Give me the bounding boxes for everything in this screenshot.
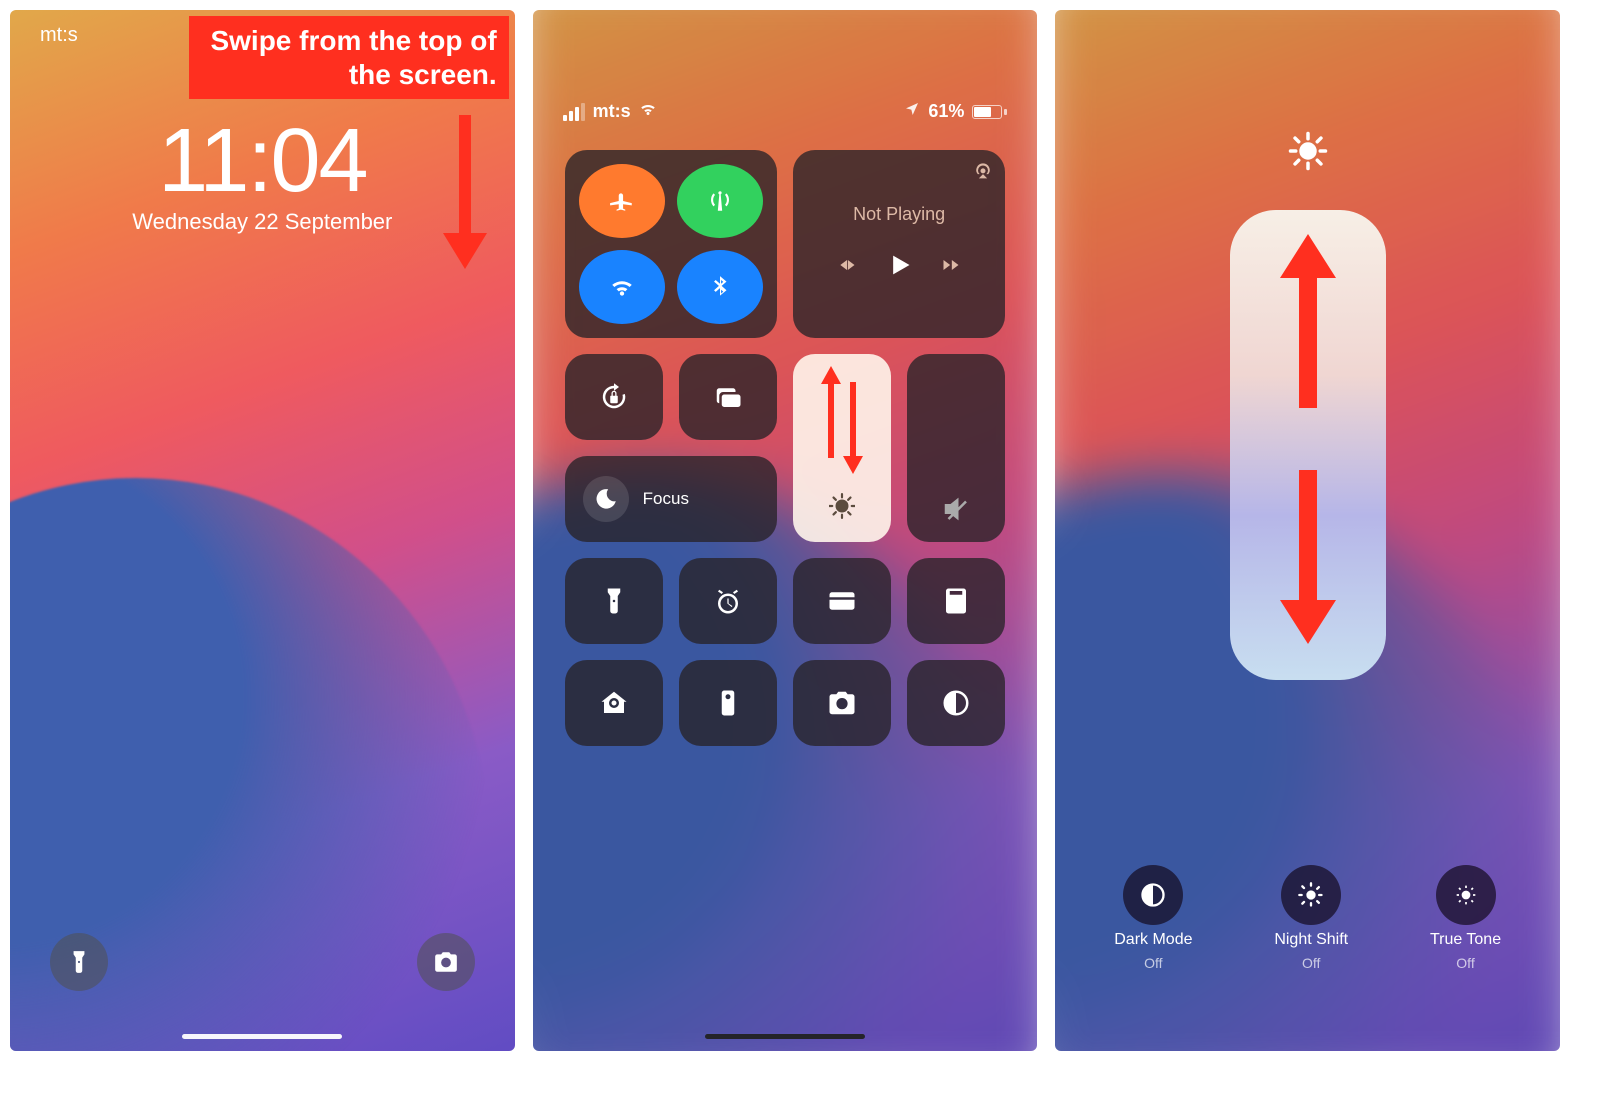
drag-up-arrow-annotation [1280, 234, 1336, 408]
airplay-icon [973, 160, 993, 180]
wifi-icon [639, 100, 657, 123]
option-state: Off [1456, 955, 1474, 971]
play-button[interactable] [885, 251, 913, 284]
drag-down-arrow-annotation [1280, 470, 1336, 644]
moon-icon [583, 476, 629, 522]
camera-icon [433, 949, 459, 975]
true-tone-icon [1452, 881, 1480, 909]
previous-track-button[interactable] [837, 255, 857, 280]
next-track-button[interactable] [941, 255, 961, 280]
antenna-icon [707, 188, 733, 214]
airplane-icon [609, 188, 635, 214]
bluetooth-icon [707, 274, 733, 300]
control-center-panel: mt:s 61% Not Playing [533, 10, 1038, 1051]
location-icon [904, 101, 920, 122]
bluetooth-toggle[interactable] [677, 250, 763, 324]
status-bar: mt:s 61% [563, 100, 1008, 123]
dark-mode-option[interactable]: Dark Mode Off [1114, 865, 1192, 971]
camera-button[interactable] [417, 933, 475, 991]
battery-percent: 61% [928, 101, 964, 122]
wifi-icon [609, 274, 635, 300]
cellular-data-toggle[interactable] [677, 164, 763, 238]
volume-slider[interactable] [907, 354, 1005, 542]
play-icon [885, 251, 913, 279]
lock-time: 11:04 [10, 110, 515, 213]
option-state: Off [1302, 955, 1320, 971]
carrier-label: mt:s [593, 101, 631, 122]
lock-screen-panel: mt:s Swipe from the top of the screen. 1… [10, 10, 515, 1051]
dark-mode-icon [941, 688, 971, 718]
connectivity-module[interactable] [565, 150, 777, 338]
home-icon [599, 688, 629, 718]
focus-button[interactable]: Focus [565, 456, 777, 542]
airplane-mode-toggle[interactable] [579, 164, 665, 238]
flashlight-button[interactable] [50, 933, 108, 991]
camera-icon [827, 688, 857, 718]
drag-annotation [825, 366, 859, 474]
remote-shortcut[interactable] [679, 660, 777, 746]
screen-mirroring-icon [713, 382, 743, 412]
true-tone-option[interactable]: True Tone Off [1430, 865, 1501, 971]
alarm-icon [713, 586, 743, 616]
previous-icon [837, 255, 857, 275]
orientation-lock-icon [599, 382, 629, 412]
night-shift-option[interactable]: Night Shift Off [1274, 865, 1348, 971]
flashlight-icon [599, 586, 629, 616]
home-indicator[interactable] [182, 1034, 342, 1039]
brightness-expanded-panel: Dark Mode Off Night Shift Off True Tone … [1055, 10, 1560, 1051]
volume-muted-icon [941, 494, 971, 524]
flashlight-shortcut[interactable] [565, 558, 663, 644]
battery-icon [972, 105, 1007, 119]
lock-date: Wednesday 22 September [10, 209, 515, 235]
dark-mode-shortcut[interactable] [907, 660, 1005, 746]
airplay-button[interactable] [973, 160, 993, 185]
lock-screen-clock: 11:04 Wednesday 22 September [10, 110, 515, 235]
calculator-icon [941, 586, 971, 616]
option-label: True Tone [1430, 931, 1501, 949]
wifi-toggle[interactable] [579, 250, 665, 324]
orientation-lock-toggle[interactable] [565, 354, 663, 440]
next-icon [941, 255, 961, 275]
option-label: Dark Mode [1114, 931, 1192, 949]
dark-mode-icon [1139, 881, 1167, 909]
flashlight-icon [66, 949, 92, 975]
signal-icon [563, 103, 585, 121]
calculator-shortcut[interactable] [907, 558, 1005, 644]
focus-label: Focus [643, 489, 689, 509]
wallet-icon [827, 586, 857, 616]
brightness-icon [829, 493, 855, 524]
night-shift-icon [1297, 881, 1325, 909]
carrier-label: mt:s [40, 24, 78, 47]
media-module[interactable]: Not Playing [793, 150, 1005, 338]
alarm-shortcut[interactable] [679, 558, 777, 644]
brightness-slider[interactable] [793, 354, 891, 542]
brightness-icon [1287, 130, 1329, 177]
camera-shortcut[interactable] [793, 660, 891, 746]
wallet-shortcut[interactable] [793, 558, 891, 644]
screen-mirroring-button[interactable] [679, 354, 777, 440]
option-label: Night Shift [1274, 931, 1348, 949]
home-indicator[interactable] [705, 1034, 865, 1039]
option-state: Off [1144, 955, 1162, 971]
home-shortcut[interactable] [565, 660, 663, 746]
media-status-label: Not Playing [853, 204, 945, 225]
remote-icon [713, 688, 743, 718]
instruction-annotation: Swipe from the top of the screen. [189, 16, 509, 99]
